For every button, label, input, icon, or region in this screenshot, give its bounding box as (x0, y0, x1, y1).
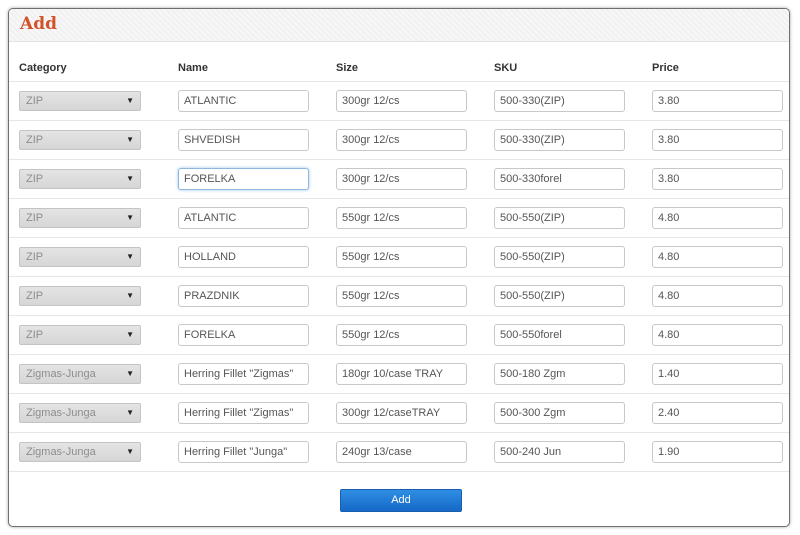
column-header-size: Size (336, 54, 494, 82)
sku-input[interactable] (494, 402, 625, 424)
table-row: ZIP ▼ (9, 81, 789, 121)
category-select-value: ZIP (26, 251, 44, 263)
price-input[interactable] (652, 129, 783, 151)
column-header-price: Price (652, 54, 789, 82)
chevron-down-icon: ▼ (126, 213, 134, 222)
size-input[interactable] (336, 363, 467, 385)
name-input[interactable] (178, 129, 309, 151)
category-select-value: ZIP (26, 329, 44, 341)
sku-input[interactable] (494, 207, 625, 229)
name-input[interactable] (178, 246, 309, 268)
price-input[interactable] (652, 285, 783, 307)
column-header-category: Category (9, 54, 178, 82)
table-row: Zigmas-Junga ▼ (9, 354, 789, 394)
price-input[interactable] (652, 363, 783, 385)
table-row: Zigmas-Junga ▼ (9, 432, 789, 472)
category-select[interactable]: ZIP ▼ (19, 130, 141, 150)
name-input[interactable] (178, 168, 309, 190)
category-select-value: Zigmas-Junga (26, 368, 96, 380)
name-input[interactable] (178, 363, 309, 385)
chevron-down-icon: ▼ (126, 174, 134, 183)
category-select[interactable]: ZIP ▼ (19, 91, 141, 111)
price-input[interactable] (652, 441, 783, 463)
sku-input[interactable] (494, 129, 625, 151)
size-input[interactable] (336, 168, 467, 190)
table-row: ZIP ▼ (9, 276, 789, 316)
category-select[interactable]: ZIP ▼ (19, 208, 141, 228)
size-input[interactable] (336, 246, 467, 268)
panel-header: Add (9, 9, 789, 42)
chevron-down-icon: ▼ (126, 330, 134, 339)
name-input[interactable] (178, 402, 309, 424)
price-input[interactable] (652, 168, 783, 190)
category-select-value: Zigmas-Junga (26, 407, 96, 419)
price-input[interactable] (652, 90, 783, 112)
name-input[interactable] (178, 324, 309, 346)
column-header-sku: SKU (494, 54, 652, 82)
table-row: Zigmas-Junga ▼ (9, 393, 789, 433)
size-input[interactable] (336, 90, 467, 112)
chevron-down-icon: ▼ (126, 408, 134, 417)
category-select[interactable]: Zigmas-Junga ▼ (19, 403, 141, 423)
size-input[interactable] (336, 207, 467, 229)
table-row: ZIP ▼ (9, 237, 789, 277)
name-input[interactable] (178, 90, 309, 112)
category-select[interactable]: ZIP ▼ (19, 169, 141, 189)
sku-input[interactable] (494, 363, 625, 385)
product-table: Category Name Size SKU Price ZIP▼ZIP▼ZIP… (9, 54, 789, 472)
category-select[interactable]: ZIP ▼ (19, 286, 141, 306)
sku-input[interactable] (494, 324, 625, 346)
size-input[interactable] (336, 402, 467, 424)
name-input[interactable] (178, 441, 309, 463)
chevron-down-icon: ▼ (126, 369, 134, 378)
table-row: ZIP ▼ (9, 198, 789, 238)
category-select[interactable]: ZIP ▼ (19, 247, 141, 267)
table-row: ZIP ▼ (9, 159, 789, 199)
chevron-down-icon: ▼ (126, 135, 134, 144)
size-input[interactable] (336, 441, 467, 463)
category-select-value: ZIP (26, 173, 44, 185)
sku-input[interactable] (494, 90, 625, 112)
table-header-row: Category Name Size SKU Price (9, 54, 789, 82)
chevron-down-icon: ▼ (126, 96, 134, 105)
table-row: ZIP ▼ (9, 120, 789, 160)
size-input[interactable] (336, 285, 467, 307)
category-select[interactable]: Zigmas-Junga ▼ (19, 364, 141, 384)
add-panel: Add Category Name Size SKU Price ZIP▼ZIP… (8, 8, 790, 527)
category-select-value: ZIP (26, 290, 44, 302)
panel-title: Add (20, 14, 57, 34)
price-input[interactable] (652, 207, 783, 229)
chevron-down-icon: ▼ (126, 447, 134, 456)
price-input[interactable] (652, 324, 783, 346)
table-body: ZIP▼ZIP▼ZIP▼ZIP▼ZIP▼ZIP▼ZIP▼Zigmas-Junga… (9, 81, 789, 472)
category-select-value: ZIP (26, 212, 44, 224)
name-input[interactable] (178, 207, 309, 229)
category-select[interactable]: Zigmas-Junga ▼ (19, 442, 141, 462)
sku-input[interactable] (494, 285, 625, 307)
table-row: ZIP ▼ (9, 315, 789, 355)
sku-input[interactable] (494, 246, 625, 268)
category-select[interactable]: ZIP ▼ (19, 325, 141, 345)
category-select-value: Zigmas-Junga (26, 446, 96, 458)
sku-input[interactable] (494, 168, 625, 190)
category-select-value: ZIP (26, 134, 44, 146)
chevron-down-icon: ▼ (126, 252, 134, 261)
size-input[interactable] (336, 324, 467, 346)
chevron-down-icon: ▼ (126, 291, 134, 300)
name-input[interactable] (178, 285, 309, 307)
add-button[interactable]: Add (340, 489, 462, 512)
category-select-value: ZIP (26, 95, 44, 107)
sku-input[interactable] (494, 441, 625, 463)
price-input[interactable] (652, 246, 783, 268)
price-input[interactable] (652, 402, 783, 424)
column-header-name: Name (178, 54, 336, 82)
size-input[interactable] (336, 129, 467, 151)
